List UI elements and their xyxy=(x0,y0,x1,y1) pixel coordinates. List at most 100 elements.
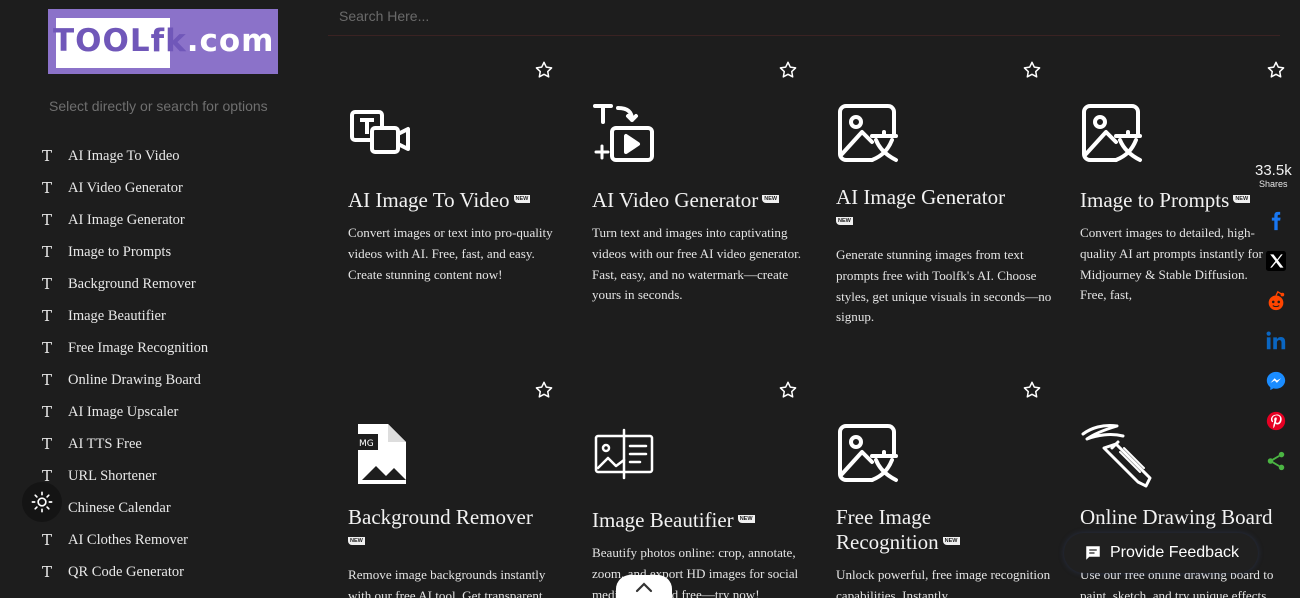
card-title[interactable]: AI Image Generator NEW xyxy=(836,185,1051,235)
sidebar-item-label: URL Shortener xyxy=(68,467,157,484)
image-translate-icon xyxy=(838,104,898,162)
text-t-icon: T xyxy=(42,243,53,261)
tool-card-background-remover[interactable]: MG Background Remover NEW Remove image ba… xyxy=(348,380,578,598)
logo-brand-tld: .com xyxy=(186,23,275,59)
favorite-star-icon[interactable] xyxy=(778,380,798,400)
card-title[interactable]: Free Image Recognition NEW xyxy=(836,505,996,555)
sidebar-item-label: AI Image Generator xyxy=(68,211,185,228)
favorite-star-icon[interactable] xyxy=(1022,380,1042,400)
card-title[interactable]: Online Drawing Board xyxy=(1080,505,1300,530)
messenger-share-icon[interactable] xyxy=(1264,369,1288,393)
share-label: Shares xyxy=(1259,179,1288,189)
new-badge: NEW xyxy=(348,537,365,546)
sidebar-item-ai-video-generator[interactable]: T AI Video Generator xyxy=(0,172,300,204)
sidebar-item-label: AI Image To Video xyxy=(68,147,180,164)
image-file-icon: MG xyxy=(356,424,406,484)
text-t-icon: T xyxy=(42,179,53,197)
card-description: Convert images to detailed, high-quality… xyxy=(1080,225,1263,303)
tool-card-free-image-recognition[interactable]: Free Image Recognition NEW Unlock powerfu… xyxy=(836,380,1066,598)
sidebar-item-ai-image-to-video[interactable]: T AI Image To Video xyxy=(0,140,300,172)
text-to-video-icon xyxy=(350,110,410,154)
pinterest-share-icon[interactable] xyxy=(1264,409,1288,433)
favorite-star-icon[interactable] xyxy=(1022,60,1042,80)
linkedin-share-icon[interactable] xyxy=(1264,329,1288,353)
top-search-input[interactable] xyxy=(328,0,1280,32)
sidebar-item-ai-tts-free[interactable]: T AI TTS Free xyxy=(0,428,300,460)
sidebar-item-background-remover[interactable]: T Background Remover xyxy=(0,268,300,300)
facebook-share-icon[interactable] xyxy=(1264,209,1288,233)
chat-bubble-icon xyxy=(1086,546,1100,560)
tool-card-image-beautifier[interactable]: Image Beautifier NEW Beautify photos onli… xyxy=(592,380,822,598)
sidebar-item-label: Chinese Calendar xyxy=(68,499,171,516)
favorite-star-icon[interactable] xyxy=(534,380,554,400)
ai-video-generator-icon xyxy=(593,104,654,162)
scroll-to-top-button[interactable] xyxy=(616,575,672,598)
text-t-icon: T xyxy=(42,403,53,421)
share-count: 33.5k xyxy=(1255,162,1292,179)
new-badge: NEW xyxy=(737,515,755,524)
text-t-icon: T xyxy=(42,435,53,453)
sidebar-item-image-beautifier[interactable]: T Image Beautifier xyxy=(0,300,300,332)
top-search-bar xyxy=(328,0,1280,36)
card-title[interactable]: AI Image To Video NEW xyxy=(348,188,563,213)
site-logo[interactable]: TOOLfk.com xyxy=(48,9,278,74)
sidebar-item-label: Free Image Recognition xyxy=(68,339,209,356)
tool-card-ai-image-to-video[interactable]: AI Image To Video NEW Convert images or t… xyxy=(348,60,578,360)
drawing-pencil-icon xyxy=(1081,424,1152,488)
card-description: Generate stunning images from text promp… xyxy=(836,247,1052,325)
sidebar: TOOLfk.com T AI Image To Video T AI Video … xyxy=(0,0,300,598)
card-title[interactable]: Background Remover NEW xyxy=(348,505,563,555)
card-title[interactable]: AI Video Generator NEW xyxy=(592,188,807,213)
sidebar-item-free-image-recognition[interactable]: T Free Image Recognition xyxy=(0,332,300,364)
sidebar-item-label: AI TTS Free xyxy=(68,435,142,452)
image-translate-icon xyxy=(1082,104,1142,162)
card-title-text: Free Image Recognition xyxy=(836,505,939,554)
sidebar-item-label: AI Image Upscaler xyxy=(68,403,179,420)
sidebar-item-label: Background Remover xyxy=(68,275,196,292)
sidebar-item-ai-image-upscaler[interactable]: T AI Image Upscaler xyxy=(0,396,300,428)
tool-card-ai-video-generator[interactable]: AI Video Generator NEW Turn text and imag… xyxy=(592,60,822,360)
text-t-icon: T xyxy=(42,147,53,165)
card-title-text: AI Image To Video xyxy=(348,188,510,212)
sidebar-item-label: Image to Prompts xyxy=(68,243,172,260)
sidebar-item-label: AI Clothes Remover xyxy=(68,531,189,548)
sidebar-item-label: Image Beautifier xyxy=(68,307,166,324)
theme-toggle-sun-icon[interactable] xyxy=(22,482,62,522)
sidebar-item-ai-clothes-remover[interactable]: T AI Clothes Remover xyxy=(0,524,300,556)
sidebar-item-ai-image-generator[interactable]: T AI Image Generator xyxy=(0,204,300,236)
card-title-text: AI Image Generator xyxy=(836,185,1006,209)
sidebar-item-image-to-prompts[interactable]: T Image to Prompts xyxy=(0,236,300,268)
image-translate-icon xyxy=(838,424,898,482)
sidebar-item-label: Online Drawing Board xyxy=(68,371,201,388)
favorite-star-icon[interactable] xyxy=(778,60,798,80)
sidebar-item-qr-code-generator[interactable]: T QR Code Generator xyxy=(0,556,300,588)
card-title[interactable]: Image Beautifier NEW xyxy=(592,508,807,533)
feedback-label: Provide Feedback xyxy=(1110,544,1239,561)
text-t-icon: T xyxy=(42,211,53,229)
tool-card-ai-image-generator[interactable]: AI Image Generator NEW Generate stunning … xyxy=(836,60,1066,360)
svg-text:MG: MG xyxy=(359,439,374,449)
new-badge: NEW xyxy=(836,217,853,226)
image-beautifier-icon xyxy=(594,428,654,480)
card-title-text: Image to Prompts xyxy=(1080,188,1230,212)
logo-text: TOOLfk.com xyxy=(53,23,274,59)
x-share-icon[interactable] xyxy=(1264,249,1288,273)
provide-feedback-button[interactable]: Provide Feedback xyxy=(1064,533,1258,573)
card-description: Turn text and images into captivating vi… xyxy=(592,225,802,303)
sidebar-item-label: QR Code Generator xyxy=(68,563,184,580)
card-title-text: AI Video Generator xyxy=(592,188,759,212)
favorite-star-icon[interactable] xyxy=(534,60,554,80)
new-badge: NEW xyxy=(762,195,780,204)
sidebar-search-input[interactable] xyxy=(40,90,280,122)
text-t-icon: T xyxy=(42,371,53,389)
text-t-icon: T xyxy=(42,307,53,325)
sidebar-item-label: AI Video Generator xyxy=(68,179,183,196)
favorite-star-icon[interactable] xyxy=(1266,60,1286,80)
card-title-text: Online Drawing Board xyxy=(1080,505,1273,529)
new-badge: NEW xyxy=(513,195,531,204)
reddit-share-icon[interactable] xyxy=(1264,289,1288,313)
sidebar-item-online-drawing-board[interactable]: T Online Drawing Board xyxy=(0,364,300,396)
new-badge: NEW xyxy=(1233,195,1251,204)
card-description: Remove image backgrounds instantly with … xyxy=(348,567,546,598)
sharethis-share-icon[interactable] xyxy=(1264,449,1288,473)
